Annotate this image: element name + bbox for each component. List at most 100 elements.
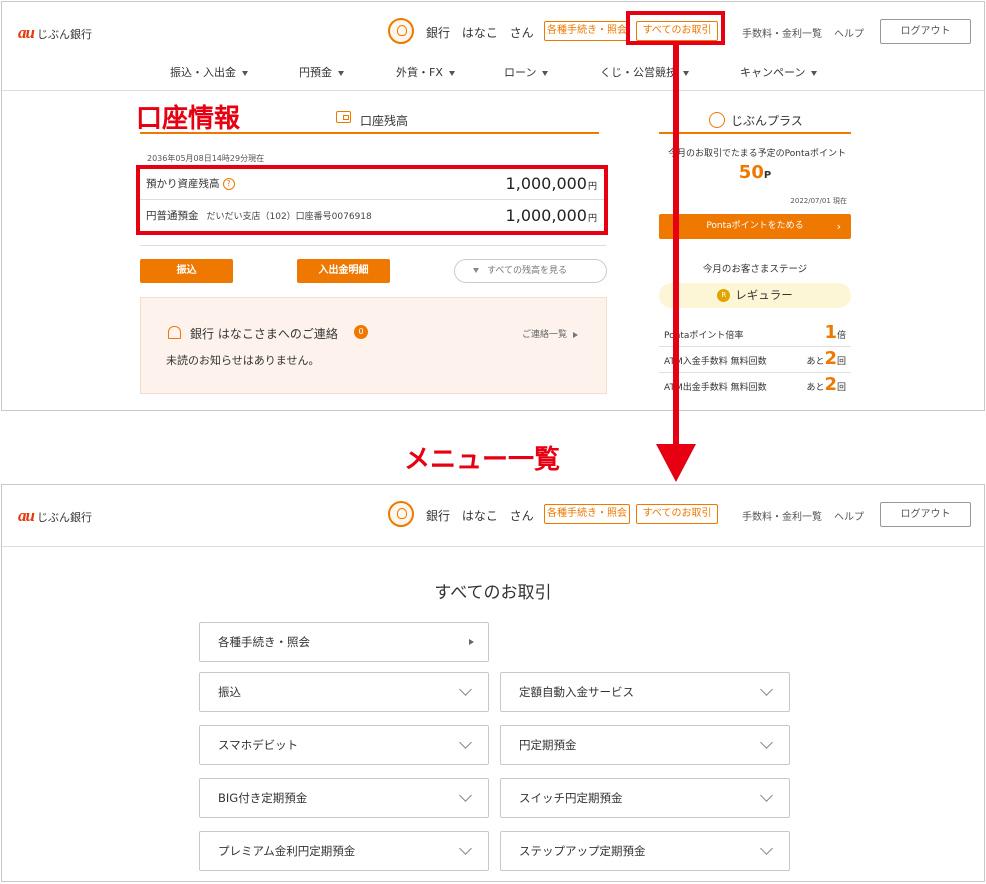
menu-label: ステップアップ定期預金 [519,844,646,858]
divider [2,90,984,91]
all-transactions-button[interactable]: すべてのお取引 [636,504,718,524]
row-divider [659,372,851,373]
ponta-earn-button[interactable]: Pontaポイントをためる › [659,214,851,239]
notice-body: 未読のお知らせはありません。 [166,354,320,367]
menu-label: 定額自動入金サービス [519,685,634,699]
notice-link-label: ご連絡一覧 [521,330,567,340]
menu-procedures[interactable]: 各種手続き・照会 [199,622,489,662]
fees-link[interactable]: 手数料・金利一覧 [742,25,822,40]
menu-item[interactable]: スマホデビット [199,725,489,765]
stage-badge: R レギュラー [659,283,851,308]
logout-button[interactable]: ログアウト [880,19,971,44]
transfer-button[interactable]: 振込 [140,259,233,283]
nav-item-campaign[interactable]: キャンペーン [740,64,818,80]
nav-item-fx[interactable]: 外貨・FX [396,64,455,80]
logo-bank-name: じぶん銀行 [36,28,92,41]
help-link[interactable]: ヘルプ [834,508,864,523]
main-nav: 振込・入出金 円預金 外貨・FX ローン くじ・公営競技 キャンペーン [2,64,984,84]
row-value: 1倍 [824,322,846,343]
nav-label: キャンペーン [740,66,806,79]
row-value: あと2回 [806,374,846,395]
menu-label: 振込 [218,685,241,699]
bank-logo[interactable]: au じぶん銀行 [18,23,92,43]
avatar-icon [388,18,414,44]
menu-item[interactable]: ステップアップ定期預金 [500,831,790,871]
arrow-down-icon [656,444,696,482]
chevron-down-icon [459,789,472,802]
points-value: 50 [738,162,764,183]
chevron-down-icon [459,842,472,855]
medal-icon: R [717,289,731,302]
user-name: 銀行 はなこ さん [426,509,534,523]
nav-label: 外貨・FX [396,66,443,79]
menu-screen-panel: au じぶん銀行 銀行 はなこ さん 各種手続き・照会 すべてのお取引 手数料・… [1,484,985,882]
fees-link[interactable]: 手数料・金利一覧 [742,508,822,523]
chevron-down-icon [760,789,773,802]
chevron-down-icon [459,736,472,749]
wallet-icon [336,111,351,123]
nav-item-loan[interactable]: ローン [504,64,549,80]
caret-down-icon [683,70,689,76]
all-balance-label: すべての残高を見る [487,266,568,276]
nav-item-yen-deposit[interactable]: 円預金 [299,64,344,80]
row-divider [140,245,606,246]
logo-au: au [18,23,35,42]
ponta-caption: 今月のお取引でたまる予定のPontaポイント [667,149,847,159]
row-value: あと2回 [806,348,846,369]
account-screen-panel: au じぶん銀行 銀行 はなこ さん 各種手続き・照会 すべてのお取引 手数料・… [1,1,985,411]
menu-label: スマホデビット [218,738,299,752]
menu-item[interactable]: プレミアム金利円定期預金 [199,831,489,871]
avatar-icon [388,501,414,527]
highlight-all-transactions [626,11,725,45]
arrow-right-icon [469,639,474,645]
chevron-down-icon [760,683,773,696]
jibun-plus-title: じぶんプラス [731,114,803,128]
header: au じぶん銀行 銀行 はなこ さん 各種手続き・照会 すべてのお取引 手数料・… [2,485,984,541]
caret-down-icon [448,70,455,76]
logout-button[interactable]: ログアウト [880,502,971,527]
procedures-button[interactable]: 各種手続き・照会 [544,21,630,41]
help-link[interactable]: ヘルプ [834,25,864,40]
statement-button[interactable]: 入出金明細 [297,259,390,283]
jibun-plus-icon [709,112,725,128]
stage-caption: 今月のお客さまステージ [702,264,808,275]
points-unit: P [763,170,772,181]
chevron-right-icon: › [836,220,841,233]
all-balance-button[interactable]: すべての残高を見る [454,259,607,283]
row-divider [659,346,851,347]
ponta-btn-label: Pontaポイントをためる [706,221,804,231]
menu-item[interactable]: 円定期預金 [500,725,790,765]
bell-icon [168,326,181,339]
as-of-timestamp: 2036年05月08日14時29分現在 [147,154,265,163]
chevron-down-icon [760,842,773,855]
menu-item[interactable]: 振込 [199,672,489,712]
nav-label: 円預金 [299,66,332,79]
notice-list-link[interactable]: ご連絡一覧 [522,327,578,340]
nav-item-transfer[interactable]: 振込・入出金 [170,64,248,80]
ponta-points: 50P [659,162,851,183]
logo-bank-name: じぶん銀行 [36,511,92,524]
stage-label: レギュラー [735,288,793,302]
logo-au: au [18,506,35,525]
user-name: 銀行 はなこ さん [426,26,534,40]
menu-item[interactable]: スイッチ円定期預金 [500,778,790,818]
tab-underline [140,132,599,134]
chevron-down-icon [760,736,773,749]
caret-down-icon [242,70,248,76]
row-suffix: 回 [836,383,846,393]
highlight-balance-box [136,165,608,235]
bank-logo[interactable]: au じぶん銀行 [18,506,92,526]
menu-label: 各種手続き・照会 [218,635,310,649]
nav-label: くじ・公営競技 [600,66,677,79]
points-date: 2022/07/01 現在 [790,197,847,205]
menu-label: スイッチ円定期預金 [519,791,623,805]
row-number: 1 [824,322,837,343]
annotation-account-info: 口座情報 [136,104,241,134]
caret-down-icon [811,70,818,76]
menu-item[interactable]: BIG付き定期預金 [199,778,489,818]
procedures-button[interactable]: 各種手続き・照会 [544,504,630,524]
row-prefix: あと [806,357,825,367]
page-title: すべてのお取引 [434,583,552,603]
side-underline [659,132,851,134]
menu-item[interactable]: 定額自動入金サービス [500,672,790,712]
